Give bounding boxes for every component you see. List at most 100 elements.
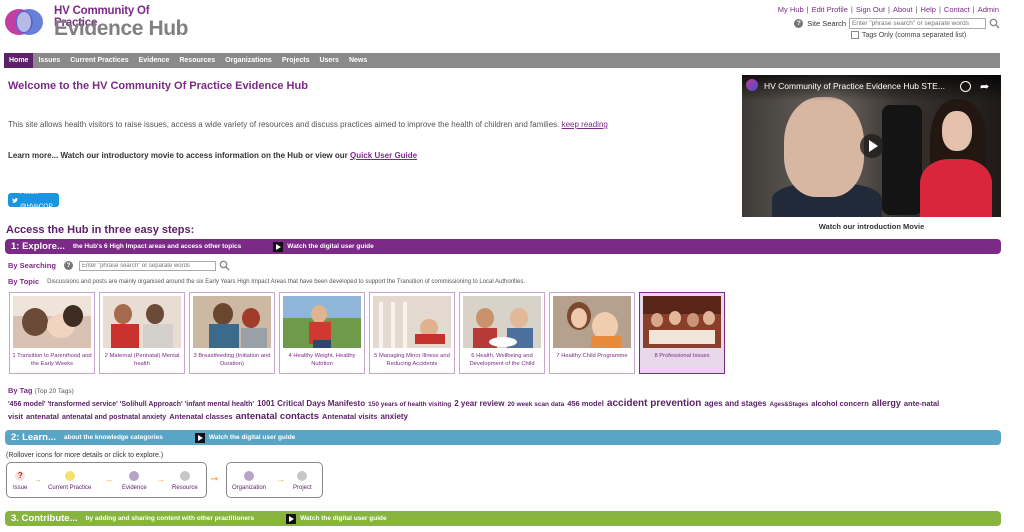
lightbulb-icon [64, 471, 75, 481]
link-help[interactable]: Help [921, 5, 936, 14]
site-search-input[interactable] [849, 18, 986, 29]
topic-tile-breastfeeding[interactable]: 3 Breastfeeding (Initiation and Duration… [189, 292, 275, 374]
tags-only-checkbox[interactable] [851, 31, 859, 39]
organization-icon [244, 471, 255, 481]
nav-users[interactable]: Users [314, 53, 343, 68]
nav-projects[interactable]: Projects [277, 53, 315, 68]
category-label: Organization [232, 485, 267, 491]
site-search: ? Site Search [794, 18, 1000, 29]
nav-organizations[interactable]: Organizations [220, 53, 277, 68]
step-learn-bar: 2: Learn... about the knowledge categori… [5, 430, 1001, 445]
tag-link[interactable]: 150 years of health visiting [368, 401, 451, 408]
link-edit-profile[interactable]: Edit Profile [812, 5, 848, 14]
category-current-practice[interactable]: Current Practice [48, 471, 91, 491]
learn-more: Learn more... Watch our introductory mov… [8, 151, 417, 160]
help-icon[interactable]: ? [63, 261, 73, 270]
tag-link[interactable]: antenatal [26, 412, 59, 421]
link-contact[interactable]: Contact [944, 5, 970, 14]
watch-later-icon[interactable] [960, 81, 971, 92]
video-guide-icon[interactable] [286, 513, 297, 524]
hub-logo[interactable]: HV Community Of Practice Evidence Hub [4, 3, 194, 41]
tag-link[interactable]: Antenatal visits [322, 412, 377, 421]
topic-label: 4 Healthy Weight, Healthy Nutrition [288, 353, 356, 367]
tag-link[interactable]: anxiety [380, 412, 408, 421]
topic-tile-healthy-weight[interactable]: 4 Healthy Weight, Healthy Nutrition [279, 292, 365, 374]
channel-logo-icon[interactable] [746, 79, 758, 91]
tag-link[interactable]: antenatal contacts [236, 411, 319, 422]
category-evidence[interactable]: Evidence [122, 471, 147, 491]
nav-resources[interactable]: Resources [174, 53, 220, 68]
topic-label: 8 Professional Issues [654, 353, 710, 359]
topic-tile-healthy-child[interactable]: 7 Healthy Child Programme [549, 292, 635, 374]
link-my-hub[interactable]: My Hub [778, 5, 804, 14]
link-admin[interactable]: Admin [978, 5, 999, 14]
step-contribute-title: 3. Contribute... [11, 513, 78, 524]
issue-icon: ? [15, 471, 26, 481]
topic-label: 1 Transition to Parenthood and the Early… [12, 353, 92, 367]
topic-photo [373, 296, 451, 348]
twitter-follow-button[interactable]: Follow @HVeCOP [8, 189, 59, 210]
watch-guide-link[interactable]: Watch the digital user guide [209, 434, 295, 441]
tag-link[interactable]: ages and stages [704, 399, 766, 408]
category-issue[interactable]: ? Issue [13, 471, 27, 491]
tag-link[interactable]: allergy [872, 398, 901, 408]
nav-evidence[interactable]: Evidence [134, 53, 175, 68]
nav-home[interactable]: Home [4, 53, 34, 68]
learn-more-text: Learn more... Watch our introductory mov… [8, 151, 348, 160]
play-icon[interactable] [860, 134, 884, 158]
watch-guide-link[interactable]: Watch the digital user guide [287, 243, 373, 250]
watch-guide-link[interactable]: Watch the digital user guide [300, 515, 386, 522]
tag-link[interactable]: antenatal and postnatal anxiety [62, 414, 166, 421]
step-explore-title: 1: Explore... [11, 241, 65, 252]
category-organization[interactable]: Organization [232, 471, 266, 491]
tag-link[interactable]: '456 model' 'transformed service' 'Solih… [8, 401, 254, 408]
tag-count: (Top 20 Tags) [34, 388, 74, 395]
topic-tile-development[interactable]: 6 Health, Wellbeing and Development of t… [459, 292, 545, 374]
follow-label: Follow @HVeCOP [19, 189, 53, 210]
nav-current-practices[interactable]: Current Practices [65, 53, 133, 68]
topic-tile-professional[interactable]: 8 Professional Issues [639, 292, 725, 374]
topic-photo [283, 296, 361, 348]
intro-video-player[interactable]: HV Community of Practice Evidence Hub ST… [742, 75, 1001, 217]
category-resource[interactable]: Resource [172, 471, 198, 491]
tag-link[interactable]: 1001 Critical Days Manifesto [257, 399, 365, 408]
tag-link[interactable]: alcohol concern [811, 399, 869, 408]
logo-swirl-icon [5, 9, 43, 35]
tag-link[interactable]: Ages&Stages [770, 402, 809, 408]
hub-search-input[interactable] [78, 260, 216, 271]
tag-link[interactable]: 20 week scan data [507, 401, 564, 408]
tag-link[interactable]: 2 year review [454, 399, 504, 408]
video-guide-icon[interactable] [194, 432, 205, 443]
welcome-intro: This site allows health visitors to rais… [8, 120, 608, 129]
search-icon[interactable] [989, 18, 1000, 29]
project-icon [297, 471, 308, 481]
category-project[interactable]: Project [293, 471, 312, 491]
topic-tile-parenthood[interactable]: 1 Transition to Parenthood and the Early… [9, 292, 95, 374]
quick-user-guide-link[interactable]: Quick User Guide [350, 151, 417, 160]
category-label: Current Practice [48, 485, 92, 491]
help-icon[interactable]: ? [794, 19, 804, 28]
step-explore-subtitle: the Hub's 6 High Impact areas and access… [72, 243, 242, 250]
search-icon[interactable] [219, 260, 230, 271]
video-guide-icon[interactable] [273, 241, 284, 252]
category-label: Resource [172, 485, 198, 491]
video-chair [882, 105, 922, 215]
access-steps-heading: Access the Hub in three easy steps: [6, 224, 195, 236]
link-about[interactable]: About [893, 5, 913, 14]
topic-tile-mental-health[interactable]: 2 Maternal (Perinatal) Mental health [99, 292, 185, 374]
tags-only-option[interactable]: Tags Only (comma separated list) [851, 31, 966, 39]
tag-link[interactable]: 456 model [567, 399, 604, 408]
topic-tile-minor-illness[interactable]: 5 Managing Minor Illness and Reducing Ac… [369, 292, 455, 374]
link-sign-out[interactable]: Sign Out [856, 5, 885, 14]
by-tag-label: By Tag [8, 386, 33, 395]
tag-link[interactable]: accident prevention [607, 398, 701, 409]
tag-link[interactable]: Antenatal classes [169, 412, 232, 421]
share-icon[interactable]: ➦ [980, 80, 989, 93]
video-man-head [784, 97, 864, 197]
nav-issues[interactable]: Issues [33, 53, 65, 68]
step-learn-title: 2: Learn... [11, 432, 56, 443]
arrow-icon: → [277, 475, 285, 484]
keep-reading-link[interactable]: keep reading [562, 120, 608, 129]
video-title[interactable]: HV Community of Practice Evidence Hub ST… [764, 81, 945, 91]
nav-news[interactable]: News [344, 53, 372, 68]
